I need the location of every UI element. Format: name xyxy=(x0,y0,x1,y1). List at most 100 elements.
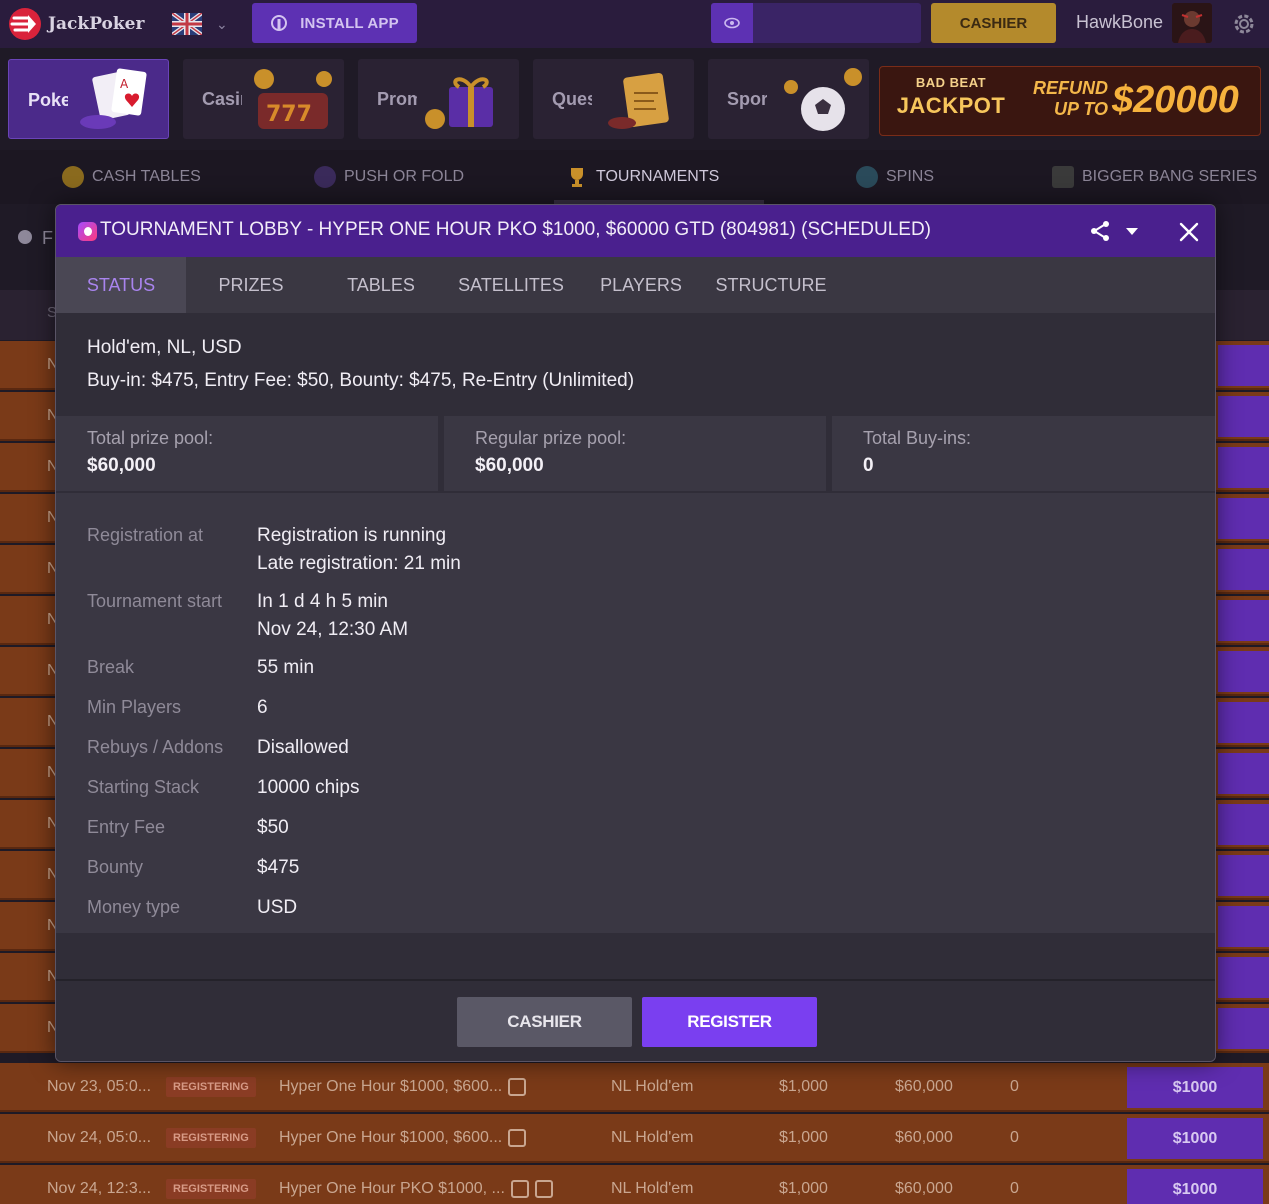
tournament-details: Registration at Registration is running … xyxy=(56,493,1215,933)
modal-tabs: STATUS PRIZES TABLES SATELLITES PLAYERS … xyxy=(56,257,1215,313)
gear-icon[interactable] xyxy=(1230,10,1258,38)
jackpot-refund-label: REFUND UP TO xyxy=(1033,78,1108,119)
category-sport[interactable]: Sport xyxy=(708,59,869,139)
row-guarantee: $60,000 xyxy=(895,1078,953,1095)
category-poker[interactable]: Poker A xyxy=(8,59,169,139)
prize-pool-summary: Total prize pool: $60,000 Regular prize … xyxy=(56,413,1215,493)
row-date: Nov 23, 05:0... xyxy=(47,1078,152,1095)
row-action-button[interactable] xyxy=(1218,1008,1269,1049)
table-row[interactable]: Nov 24, 12:3... REGISTERING Hyper One Ho… xyxy=(0,1165,1269,1204)
row-action-button[interactable] xyxy=(1218,396,1269,437)
row-action-button[interactable] xyxy=(1218,345,1269,386)
row-action-button[interactable] xyxy=(1218,549,1269,590)
row-action-button[interactable] xyxy=(1218,447,1269,488)
language-selector[interactable]: ⌄ xyxy=(172,8,242,40)
category-casino[interactable]: Casino 777 xyxy=(183,59,344,139)
balance-field[interactable] xyxy=(711,3,921,43)
register-button[interactable]: REGISTER xyxy=(642,997,817,1047)
caret-down-icon[interactable] xyxy=(1124,223,1140,239)
table-row[interactable]: Nov 23, 05:0... REGISTERING Hyper One Ho… xyxy=(0,1063,1269,1112)
jackpot-amount: $20000 xyxy=(1112,79,1239,121)
brand-name: JackPoker xyxy=(48,14,145,34)
avatar[interactable] xyxy=(1172,3,1212,43)
row-action-button[interactable] xyxy=(1218,702,1269,743)
category-label: Poker xyxy=(28,90,68,110)
eye-icon[interactable] xyxy=(711,3,753,43)
status-badge: REGISTERING xyxy=(166,1128,256,1148)
row-buyin: $1,000 xyxy=(779,1180,828,1197)
tab-label: CASH TABLES xyxy=(92,168,201,185)
game-type-line: Hold'em, NL, USD xyxy=(87,337,242,358)
row-game: NL Hold'em xyxy=(611,1078,694,1095)
tab-spins[interactable]: SPINS xyxy=(856,164,934,190)
detail-value: 10000 chips xyxy=(257,777,360,798)
detail-label: Min Players xyxy=(87,697,182,717)
row-action-button[interactable] xyxy=(1218,906,1269,947)
detail-value: Registration is running xyxy=(257,525,447,546)
tab-label: BIGGER BANG SERIES xyxy=(1082,168,1258,185)
detail-label: Rebuys / Addons xyxy=(87,737,224,757)
close-icon[interactable] xyxy=(1176,219,1202,245)
category-quests[interactable]: Quests xyxy=(533,59,694,139)
uk-flag-icon xyxy=(172,13,202,35)
gift-icon xyxy=(425,77,493,129)
category-label: Casino xyxy=(202,89,242,109)
detail-value: Nov 24, 12:30 AM xyxy=(257,619,409,640)
category-label: Sport xyxy=(727,89,767,109)
tab-satellites[interactable]: SATELLITES xyxy=(446,257,576,313)
tab-tables[interactable]: TABLES xyxy=(316,257,446,313)
row-action-button[interactable] xyxy=(1218,855,1269,896)
clock-icon xyxy=(534,1180,553,1198)
detail-value: $475 xyxy=(257,857,300,878)
filter-toggle[interactable] xyxy=(18,230,32,244)
row-action-button[interactable] xyxy=(1218,600,1269,641)
detail-value: 55 min xyxy=(257,657,315,678)
modal-header: TOURNAMENT LOBBY - HYPER ONE HOUR PKO $1… xyxy=(56,205,1215,257)
status-panel: Hold'em, NL, USD Buy-in: $475, Entry Fee… xyxy=(56,313,1215,1061)
row-buyin-button[interactable]: $1000 xyxy=(1127,1067,1263,1108)
total-buyins: Total Buy-ins: 0 xyxy=(832,416,1215,491)
row-action-button[interactable] xyxy=(1218,651,1269,692)
slots-icon: 777 xyxy=(254,69,332,129)
row-name: Hyper One Hour $1000, $600... xyxy=(279,1078,527,1096)
tab-label: SPINS xyxy=(886,168,935,185)
tab-prizes[interactable]: PRIZES xyxy=(186,257,316,313)
tab-structure[interactable]: STRUCTURE xyxy=(706,257,836,313)
row-action-button[interactable] xyxy=(1218,804,1269,845)
regular-prize-pool: Regular prize pool: $60,000 xyxy=(444,416,826,491)
share-icon[interactable] xyxy=(1088,219,1112,243)
chevron-down-icon: ⌄ xyxy=(216,15,228,32)
scroll-icon xyxy=(608,72,669,129)
row-buyin-button[interactable]: $1000 xyxy=(1127,1169,1263,1204)
tab-cash-tables[interactable]: CASH TABLES xyxy=(62,164,201,190)
top-cashier-button[interactable]: CASHIER xyxy=(931,3,1056,43)
table-row[interactable]: Nov 24, 05:0... REGISTERING Hyper One Ho… xyxy=(0,1114,1269,1163)
tab-status[interactable]: STATUS xyxy=(56,257,186,313)
username[interactable]: HawkBone xyxy=(1076,12,1163,33)
row-guarantee: $60,000 xyxy=(895,1129,953,1146)
pool-value: $60,000 xyxy=(475,455,544,476)
row-action-button[interactable] xyxy=(1218,753,1269,794)
install-app-button[interactable]: INSTALL APP xyxy=(252,3,417,43)
tab-players[interactable]: PLAYERS xyxy=(576,257,706,313)
bad-beat-jackpot-banner[interactable]: BAD BEAT JACKPOT REFUND UP TO $20000 xyxy=(879,66,1261,136)
cashier-button[interactable]: CASHIER xyxy=(457,997,632,1047)
brand-logo[interactable]: JackPoker xyxy=(8,6,144,42)
chip-icon xyxy=(62,166,84,188)
status-badge: REGISTERING xyxy=(166,1179,256,1199)
cards-icon: A xyxy=(80,68,147,129)
svg-text:A: A xyxy=(120,77,129,91)
top-bar: JackPoker ⌄ INSTALL APP CASHIER HawkBone xyxy=(0,0,1269,48)
detail-value: In 1 d 4 h 5 min xyxy=(257,591,388,612)
row-buyin-button[interactable]: $1000 xyxy=(1127,1118,1263,1159)
row-action-button[interactable] xyxy=(1218,498,1269,539)
tab-push-or-fold[interactable]: PUSH OR FOLD xyxy=(314,164,464,190)
android-icon xyxy=(271,15,288,31)
tab-tournaments[interactable]: TOURNAMENTS xyxy=(566,164,719,190)
category-promo[interactable]: Promo xyxy=(358,59,519,139)
row-action-button[interactable] xyxy=(1218,957,1269,998)
pool-value: $60,000 xyxy=(87,455,156,476)
tab-bigger-bang-series[interactable]: BIGGER BANG SERIES xyxy=(1052,164,1257,190)
row-date: Nov 24, 12:3... xyxy=(47,1180,152,1197)
status-badge: REGISTERING xyxy=(166,1077,256,1097)
